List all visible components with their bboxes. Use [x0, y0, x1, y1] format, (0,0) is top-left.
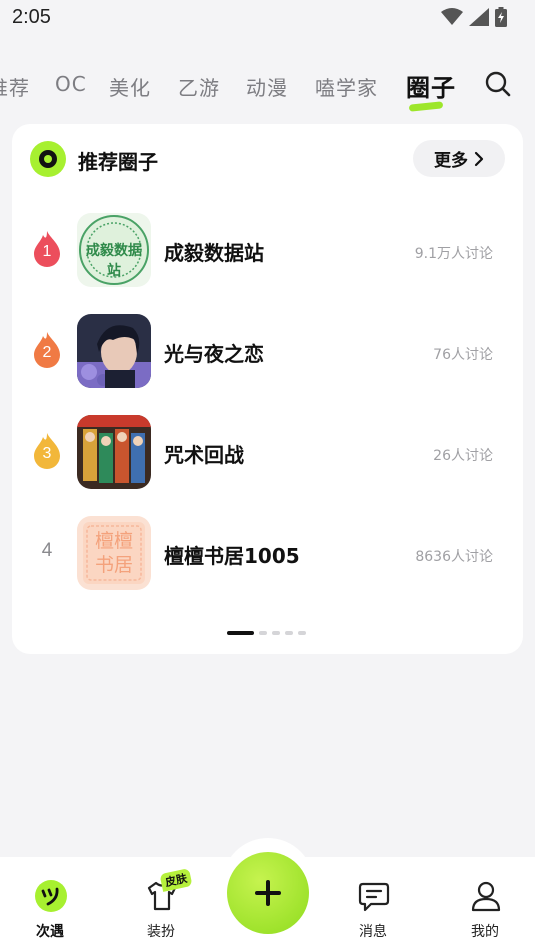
circle-name: 光与夜之恋: [164, 342, 264, 366]
nav-messages[interactable]: 消息: [343, 869, 403, 940]
create-post-button[interactable]: [227, 852, 309, 934]
rank-number: 4: [41, 540, 53, 561]
circle-avatar: [77, 314, 151, 388]
circle-name: 咒术回战: [164, 443, 244, 467]
search-icon[interactable]: [485, 71, 511, 97]
discussion-count: 9.1万人讨论: [414, 246, 493, 262]
thumb-label: 檀檀书居: [94, 530, 133, 576]
cyy-logo-icon: [35, 880, 67, 912]
more-button[interactable]: 更多: [413, 140, 505, 177]
tab-otome-games[interactable]: 乙游: [178, 72, 220, 101]
circle-avatar: 成毅数据站: [77, 213, 151, 287]
chevron-right-icon: [474, 151, 484, 166]
nav-profile-label: 我的: [471, 924, 499, 940]
card-title: 推荐圈子: [78, 150, 158, 174]
discussion-count: 26人讨论: [433, 448, 493, 464]
discussion-count: 8636人讨论: [415, 549, 493, 565]
page-dot: [259, 631, 267, 635]
circle-row[interactable]: 1 成毅数据站 成毅数据站 9.1万人讨论: [12, 211, 523, 291]
active-tab-indicator: [408, 101, 444, 112]
nav-dressup[interactable]: 皮肤 装扮: [131, 868, 193, 940]
circle-name: 檀檀书居1005: [164, 544, 300, 568]
profile-icon: [471, 881, 501, 912]
skin-badge: 皮肤: [159, 868, 193, 892]
status-bar: 2:05: [0, 0, 535, 38]
category-tabs: 推荐 OC 美化 乙游 动漫 嗑学家 圈子: [0, 62, 535, 112]
thumb-label: 成毅数据站: [86, 243, 142, 279]
circle-avatar: 檀檀书居: [77, 516, 151, 590]
tab-circles-label: 圈子: [406, 74, 456, 102]
tab-beautify[interactable]: 美化: [109, 72, 151, 101]
battery-icon: [495, 7, 507, 27]
tab-recommend[interactable]: 推荐: [0, 72, 30, 101]
nav-profile[interactable]: 我的: [455, 869, 515, 940]
page-dot-active: [227, 631, 254, 635]
recommended-circles-card: 推荐圈子 更多 1 成毅数据站 成毅数据站 9.1万人讨论 2 光与夜之恋 76…: [12, 124, 523, 654]
circle-name: 成毅数据站: [164, 241, 264, 265]
circle-row[interactable]: 3 咒术回战 26人讨论: [12, 413, 523, 493]
tab-anime[interactable]: 动漫: [246, 72, 288, 101]
discussion-count: 76人讨论: [433, 347, 493, 363]
rank-badge: 1: [32, 231, 62, 267]
nav-messages-label: 消息: [359, 924, 387, 940]
tab-circles[interactable]: 圈子: [406, 68, 456, 112]
rank-number: 2: [42, 344, 52, 361]
status-icons: [441, 7, 507, 27]
circle-avatar: [77, 415, 151, 489]
circle-row[interactable]: 4 檀檀书居 檀檀书居1005 8636人讨论: [12, 514, 523, 594]
status-time: 2:05: [12, 6, 51, 28]
pagination-dots: [227, 631, 306, 635]
more-button-label: 更多: [434, 151, 468, 171]
tab-oc[interactable]: OC: [55, 72, 87, 96]
rank-badge: 2: [32, 332, 62, 368]
circle-logo-icon: [30, 141, 66, 177]
tab-shippers[interactable]: 嗑学家: [315, 72, 378, 101]
rank-number: 1: [42, 243, 52, 260]
rank-badge: 3: [32, 433, 62, 469]
wifi-icon: [441, 8, 463, 25]
message-icon: [358, 882, 390, 912]
circle-row[interactable]: 2 光与夜之恋 76人讨论: [12, 312, 523, 392]
rank-number: 3: [42, 445, 52, 462]
page-dot: [272, 631, 280, 635]
nav-dressup-label: 装扮: [147, 924, 175, 940]
nav-home[interactable]: 次遇: [20, 869, 80, 940]
page-dot: [298, 631, 306, 635]
signal-icon: [469, 8, 489, 26]
page-dot: [285, 631, 293, 635]
nav-home-label: 次遇: [36, 924, 64, 940]
